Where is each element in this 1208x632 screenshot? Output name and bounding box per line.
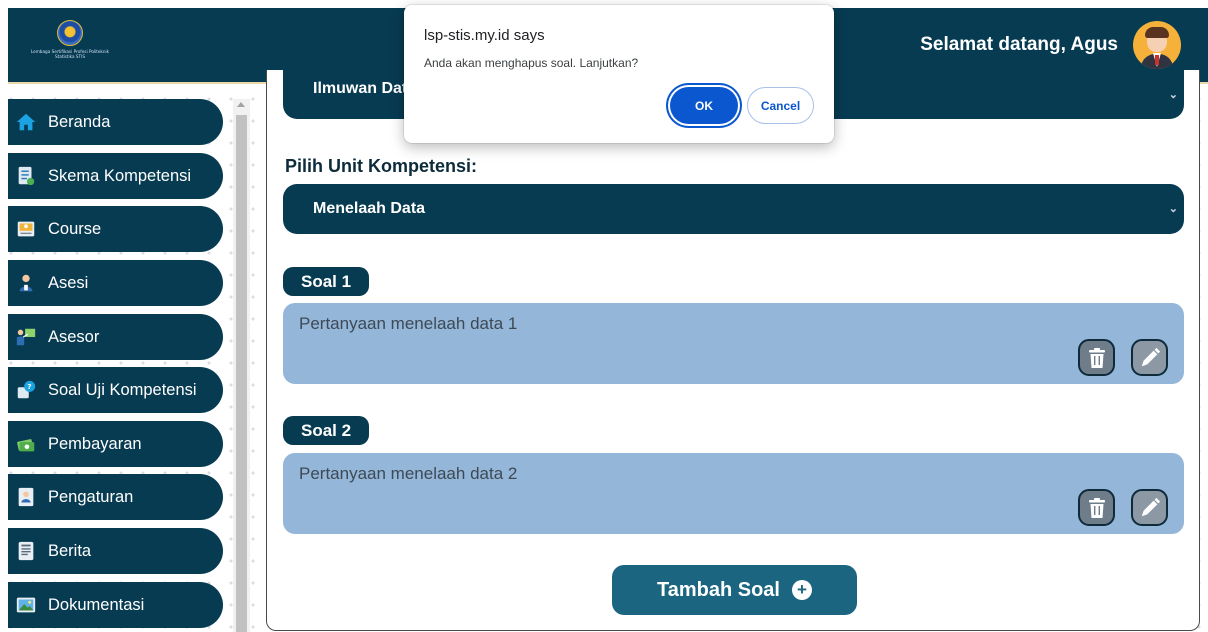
add-question-button[interactable]: Tambah Soal + <box>612 565 857 615</box>
edit-button[interactable] <box>1131 489 1168 526</box>
question-text: Pertanyaan menelaah data 1 <box>299 314 518 333</box>
svg-text:?: ? <box>27 382 31 391</box>
sidebar-item-pengaturan[interactable]: Pengaturan <box>8 474 223 520</box>
question-tag: Soal 2 <box>283 416 370 445</box>
pencil-icon <box>1141 347 1160 366</box>
edit-button[interactable] <box>1131 339 1168 376</box>
sidebar-item-label: Course <box>48 219 102 238</box>
trash-icon <box>1088 347 1105 368</box>
unit-select-value: Menelaah Data <box>313 200 426 217</box>
plus-circle-icon: + <box>792 580 812 600</box>
chevron-down-icon: ⌄ <box>1168 89 1178 101</box>
logo-caption: Lembaga Sertifikasi Profesi Politeknik S… <box>30 49 110 59</box>
sidebar-item-label: Soal Uji Kompetensi <box>48 380 197 399</box>
question-card: Pertanyaan menelaah data 1 <box>283 303 1184 384</box>
scroll-thumb[interactable] <box>236 115 247 632</box>
quiz-icon: ? <box>14 378 38 402</box>
settings-icon <box>14 485 38 509</box>
add-question-label: Tambah Soal <box>657 578 780 601</box>
course-icon <box>14 217 38 241</box>
sidebar-item-pembayaran[interactable]: Pembayaran <box>8 421 223 467</box>
sidebar-item-beranda[interactable]: Beranda <box>8 99 223 145</box>
sidebar-item-berita[interactable]: Berita <box>8 528 223 574</box>
sidebar-item-label: Pengaturan <box>48 487 134 506</box>
confirm-dialog: lsp-stis.my.id says Anda akan menghapus … <box>404 5 834 143</box>
sidebar-item-course[interactable]: Course <box>8 206 223 252</box>
sidebar-item-label: Skema Kompetensi <box>48 166 192 185</box>
delete-button[interactable] <box>1078 339 1115 376</box>
sidebar-item-dokumentasi[interactable]: Dokumentasi <box>8 582 223 628</box>
home-icon <box>14 110 38 134</box>
money-icon <box>14 432 38 456</box>
avatar[interactable] <box>1133 21 1181 69</box>
sidebar-item-label: Asesi <box>48 273 89 292</box>
question-card: Pertanyaan menelaah data 2 <box>283 453 1184 534</box>
sidebar-item-asesi[interactable]: Asesi <box>8 260 223 306</box>
chevron-down-icon: ⌄ <box>1168 203 1178 215</box>
sidebar-item-label: Pembayaran <box>48 434 142 453</box>
trash-icon <box>1088 497 1105 518</box>
unit-select[interactable]: Menelaah Data ⌄ <box>283 184 1184 234</box>
welcome-text: Selamat datang, Agus <box>920 34 1118 55</box>
user-icon <box>14 271 38 295</box>
sidebar-item-label: Beranda <box>48 112 111 131</box>
dialog-message: Anda akan menghapus soal. Lanjutkan? <box>424 56 639 70</box>
scheme-select-value: Ilmuwan Data <box>313 80 417 97</box>
lsp-logo[interactable]: Lembaga Sertifikasi Profesi Politeknik S… <box>30 20 110 76</box>
dialog-title: lsp-stis.my.id says <box>424 27 545 44</box>
sidebar-item-asesor[interactable]: Asesor <box>8 314 223 360</box>
sidebar-scrollbar[interactable] <box>233 99 250 632</box>
delete-button[interactable] <box>1078 489 1115 526</box>
pencil-icon <box>1141 497 1160 516</box>
logo-emblem-icon <box>57 20 83 46</box>
ok-button[interactable]: OK <box>670 87 738 124</box>
unit-select-label: Pilih Unit Kompetensi: <box>285 156 478 176</box>
sidebar-item-soal-uji-kompetensi[interactable]: ? Soal Uji Kompetensi <box>8 367 223 413</box>
main-panel: Ilmuwan Data ⌄ Pilih Unit Kompetensi: Me… <box>266 70 1200 631</box>
document-icon <box>14 164 38 188</box>
question-tag: Soal 1 <box>283 267 370 296</box>
image-icon <box>14 593 38 617</box>
cancel-button[interactable]: Cancel <box>747 87 814 124</box>
sidebar-item-skema-kompetensi[interactable]: Skema Kompetensi <box>8 153 223 199</box>
scroll-up-arrow-icon[interactable] <box>237 102 245 107</box>
sidebar-item-label: Asesor <box>48 327 100 346</box>
news-icon <box>14 539 38 563</box>
sidebar-item-label: Berita <box>48 541 92 560</box>
sidebar-item-label: Dokumentasi <box>48 595 145 614</box>
question-text: Pertanyaan menelaah data 2 <box>299 464 518 483</box>
teacher-icon <box>14 325 38 349</box>
